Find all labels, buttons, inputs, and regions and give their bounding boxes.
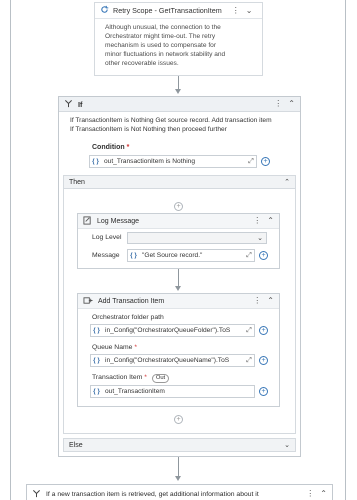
expand-editor-icon[interactable]: ⤢ [244,327,254,335]
add-variable-icon[interactable]: + [261,157,270,166]
queue-name-value[interactable]: in_Config("OrchestratorQueueName").ToS [102,357,244,364]
add-activity-icon[interactable]: + [174,202,183,211]
retry-scope-description: Although unusual, the connection to the … [105,24,226,67]
log-level-value [128,233,131,240]
if-branch-icon [64,99,73,110]
if-activity[interactable]: If ⋮ ⌃ If TransactionItem is Nothing Get… [58,96,301,457]
next-if-activity[interactable]: If a new transaction item is retrieved, … [26,484,333,500]
log-level-select[interactable]: ⌄ [127,232,267,244]
chevron-down-icon: ⌄ [257,235,263,242]
connector-line [178,76,179,90]
connector-line [178,269,179,287]
outer-scope-line-left [10,0,11,500]
add-variable-icon[interactable]: + [259,356,268,365]
kebab-menu-icon[interactable]: ⋮ [306,490,314,498]
collapse-icon[interactable]: ⌃ [288,100,295,108]
folder-path-value[interactable]: in_Config("OrchestratorQueueFolder").ToS [102,327,244,334]
kebab-menu-icon[interactable]: ⋮ [253,297,261,305]
collapse-icon[interactable]: ⌃ [267,297,274,305]
expand-down-icon[interactable]: ⌄ [246,6,253,15]
kebab-menu-icon[interactable]: ⋮ [274,100,282,108]
log-message-icon [83,215,92,227]
add-queue-item-icon [83,296,93,307]
next-if-title: If a new transaction item is retrieved, … [46,490,259,498]
add-variable-icon[interactable]: + [259,387,268,396]
queue-name-field[interactable]: { } in_Config("OrchestratorQueueName").T… [90,354,255,367]
expression-icon: { } [130,252,137,259]
collapse-icon[interactable]: ⌃ [320,490,327,498]
expand-editor-icon[interactable]: ⤢ [246,158,256,166]
collapse-icon[interactable]: ⌃ [267,217,274,225]
add-variable-icon[interactable]: + [259,326,268,335]
expression-icon: { } [93,357,100,364]
expression-icon: { } [93,327,100,334]
folder-path-field[interactable]: { } in_Config("OrchestratorQueueFolder")… [90,324,255,337]
queue-name-label: Queue Name * [92,344,137,351]
condition-field[interactable]: { } out_TransactionItem is Nothing ⤢ [89,155,257,168]
log-message-title: Log Message [97,217,140,225]
add-activity-icon[interactable]: + [174,415,183,424]
retry-scope-activity[interactable]: Retry Scope - GetTransactionItem ⋮ ⌄ Alt… [94,2,263,76]
if-branch-icon [32,489,41,500]
kebab-menu-icon[interactable]: ⋮ [253,217,261,225]
out-direction-badge: Out [151,374,170,383]
expression-icon: { } [92,158,99,165]
if-description: If TransactionItem is Nothing Get source… [70,117,272,133]
transaction-item-label: Transaction Item * Out [92,374,170,383]
message-value[interactable]: "Get Source record." [139,252,244,259]
folder-path-label: Orchestrator folder path [92,314,164,321]
message-label: Message [92,252,120,259]
retry-scope-icon [100,5,109,16]
expression-icon: { } [93,388,100,395]
expand-editor-icon[interactable]: ⤢ [244,357,254,365]
retry-scope-title: Retry Scope - GetTransactionItem [113,6,222,15]
connector-arrow-icon [175,89,181,94]
add-transaction-title: Add Transaction Item [98,297,165,305]
connector-arrow-icon [175,476,181,481]
expand-down-icon[interactable]: ⌄ [284,441,290,449]
log-level-label: Log Level [92,234,122,241]
if-title: If [78,99,83,109]
log-message-activity[interactable]: Log Message ⋮ ⌃ Log Level ⌄ Message { } … [77,213,280,269]
outer-scope-line-right [345,0,346,500]
else-label: Else [69,441,83,449]
transaction-item-field[interactable]: { } out_TransactionItem [90,385,255,398]
add-transaction-item-activity[interactable]: Add Transaction Item ⋮ ⌃ Orchestrator fo… [77,293,280,407]
kebab-menu-icon[interactable]: ⋮ [232,6,240,15]
add-variable-icon[interactable]: + [259,251,268,260]
condition-label: Condition * [92,144,130,151]
connector-arrow-icon [175,286,181,291]
message-field[interactable]: { } "Get Source record." ⤢ [127,249,255,262]
condition-value[interactable]: out_TransactionItem is Nothing [101,158,246,165]
connector-line [178,457,179,477]
transaction-item-value[interactable]: out_TransactionItem [102,388,254,395]
expand-editor-icon[interactable]: ⤢ [244,252,254,260]
else-branch-header[interactable]: Else ⌄ [63,438,296,452]
